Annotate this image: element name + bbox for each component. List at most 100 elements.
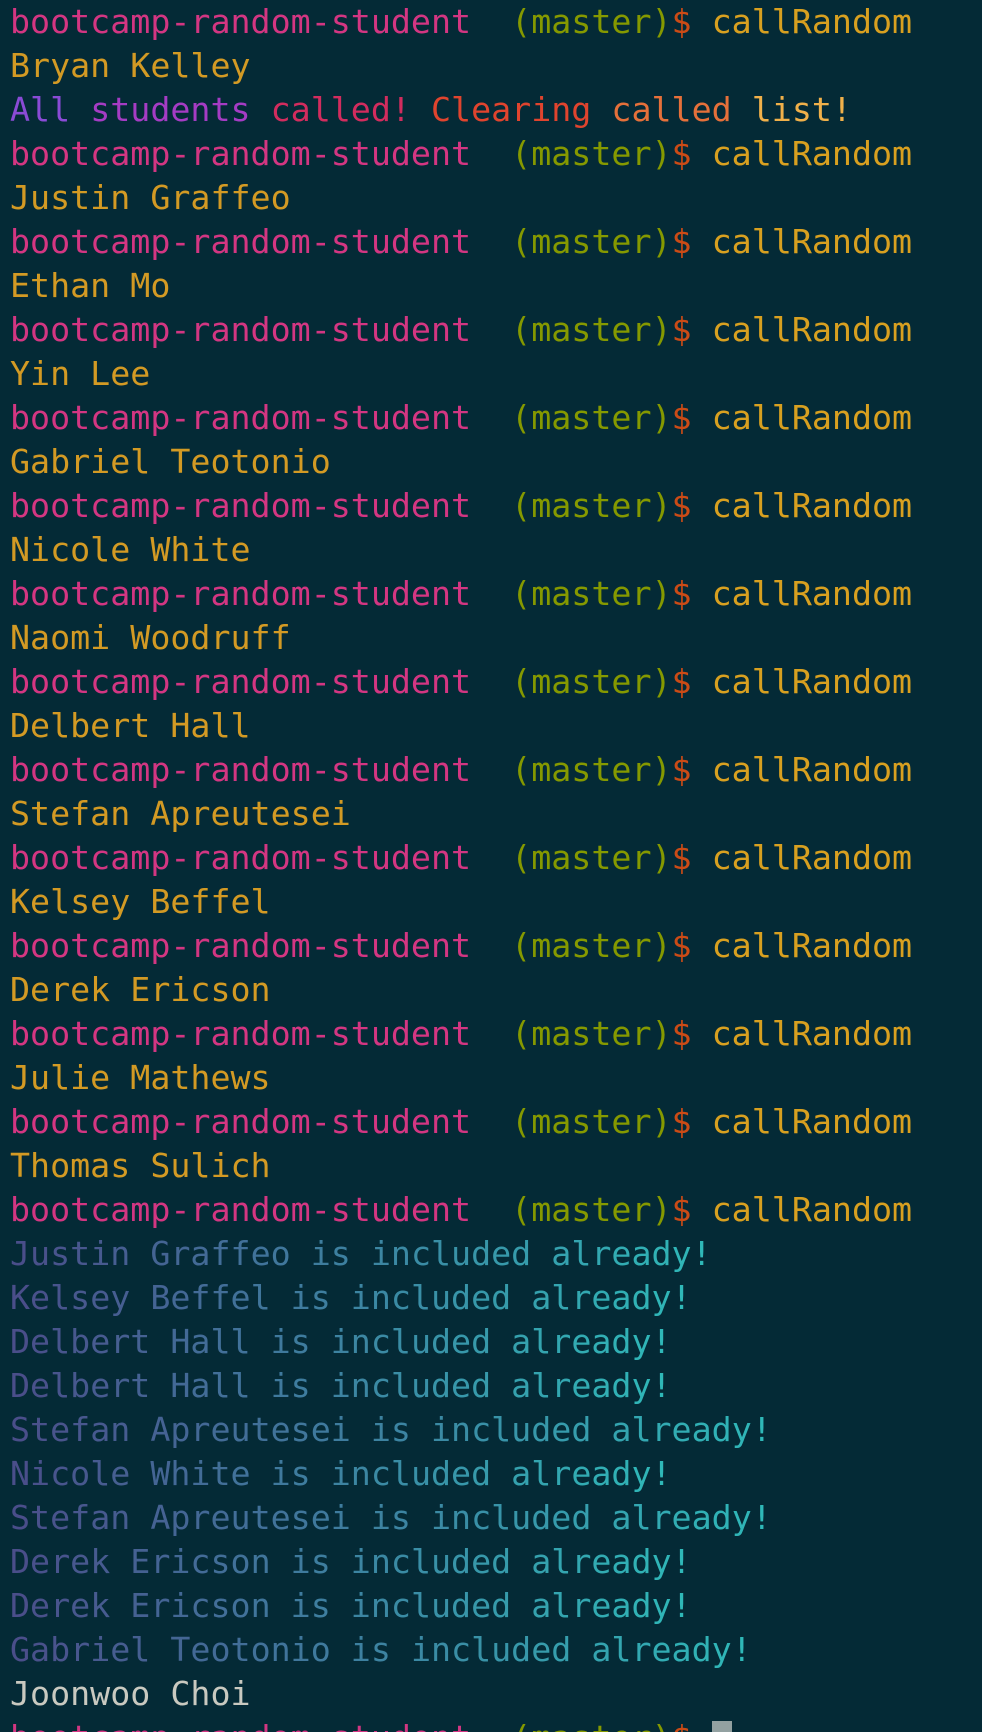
duplicate-notice-char: a	[531, 1542, 552, 1581]
prompt-gap	[471, 1014, 511, 1053]
prompt-branch: (master)	[511, 838, 672, 877]
duplicate-notice-char: e	[591, 1586, 612, 1625]
duplicate-notice-char: i	[190, 1454, 211, 1493]
duplicate-notice-char: n	[250, 1586, 271, 1625]
prompt-line: bootcamp-random-student (master)$ callRa…	[10, 748, 912, 792]
command-text: callRandom	[711, 838, 913, 877]
duplicate-notice-char: c	[190, 1586, 211, 1625]
student-name: Joonwoo Choi	[10, 1674, 251, 1713]
duplicate-notice-char: e	[170, 1278, 191, 1317]
duplicate-notice-char	[331, 1586, 351, 1625]
student-name: Kelsey Beffel	[10, 882, 271, 921]
duplicate-notice-char: l	[390, 1366, 411, 1405]
duplicate-notice-char: t	[250, 1410, 271, 1449]
duplicate-notice-char: e	[30, 1322, 51, 1361]
duplicate-notice-char: s	[290, 1366, 311, 1405]
duplicate-notice-char: e	[90, 1322, 111, 1361]
prompt-branch: (master)	[511, 1190, 672, 1229]
duplicate-notice-char: s	[290, 1410, 311, 1449]
student-name-line: Ethan Mo	[10, 264, 912, 308]
duplicate-notice-char: r	[110, 1366, 131, 1405]
duplicate-notice-char: o	[250, 1630, 271, 1669]
duplicate-notice-char: d	[631, 1542, 652, 1581]
duplicate-notice-char: s	[290, 1322, 311, 1361]
duplicate-notice-char: l	[250, 1278, 271, 1317]
duplicate-notice-char: l	[230, 1366, 251, 1405]
duplicate-notice-char: t	[210, 1454, 231, 1493]
duplicate-notice-char: c	[410, 1234, 431, 1273]
duplicate-notice-char: a	[671, 1630, 692, 1669]
duplicate-notice-char: f	[210, 1234, 231, 1273]
terminal-window[interactable]: bootcamp-random-student (master)$ callRa…	[0, 0, 982, 1732]
duplicate-notice-char: i	[290, 1630, 311, 1669]
duplicate-notice-char	[351, 1498, 371, 1537]
duplicate-notice-char: e	[270, 1498, 291, 1537]
duplicate-notice-char: e	[491, 1234, 512, 1273]
duplicate-notice-char: l	[551, 1278, 572, 1317]
duplicate-notice-char	[251, 1366, 271, 1405]
duplicate-notice-char: A	[150, 1498, 171, 1537]
duplicate-notice-char: e	[571, 1454, 592, 1493]
duplicate-notice-char: a	[611, 1542, 632, 1581]
duplicate-notice-char	[331, 1630, 351, 1669]
duplicate-notice-char: a	[190, 1322, 211, 1361]
duplicate-notice-char: n	[110, 1234, 131, 1273]
duplicate-notice-char: i	[90, 1234, 111, 1273]
prompt-line: bootcamp-random-student (master)$ callRa…	[10, 1012, 912, 1056]
duplicate-notice-char: u	[430, 1586, 452, 1625]
duplicate-notice-char: !	[751, 1410, 772, 1449]
duplicate-notice-char: c	[471, 1410, 492, 1449]
duplicate-notice-char: d	[451, 1542, 472, 1581]
duplicate-notice-char: e	[30, 1366, 51, 1405]
duplicate-notice-line: Nicole White is included already!	[10, 1452, 912, 1496]
duplicate-notice-char: d	[471, 1234, 492, 1273]
duplicate-notice-char: u	[511, 1498, 532, 1537]
duplicate-notice-char: n	[430, 1630, 452, 1669]
duplicate-notice-char: !	[751, 1498, 772, 1537]
duplicate-notice-char: e	[210, 1410, 231, 1449]
duplicate-notice-char: e	[671, 1410, 692, 1449]
prompt-symbol: $	[671, 1014, 712, 1053]
prompt-line: bootcamp-random-student (master)$ callRa…	[10, 1188, 912, 1232]
duplicate-notice-char	[130, 1234, 150, 1273]
duplicate-notice-char: u	[511, 1410, 532, 1449]
duplicate-notice-char	[271, 1278, 291, 1317]
text-cursor[interactable]	[711, 1721, 732, 1732]
student-name: Justin Graffeo	[10, 178, 291, 217]
duplicate-notice-line: Justin Graffeo is included already!	[10, 1232, 912, 1276]
duplicate-notice-char: u	[491, 1630, 512, 1669]
prompt-branch: (master)	[511, 486, 672, 525]
duplicate-notice-char: y	[651, 1586, 672, 1625]
duplicate-notice-char: r	[631, 1630, 652, 1669]
duplicate-notice-char: o	[70, 1454, 91, 1493]
duplicate-notice-char: S	[10, 1498, 31, 1537]
duplicate-notice-char	[351, 1234, 371, 1273]
duplicate-notice-char: c	[370, 1366, 391, 1405]
duplicate-notice-char: r	[551, 1366, 572, 1405]
duplicate-notice-char: t	[130, 1366, 151, 1405]
student-name: Derek Ericson	[10, 970, 271, 1009]
command-text: callRandom	[711, 662, 913, 701]
prompt-symbol: $	[671, 486, 712, 525]
duplicate-notice-char: l	[90, 1454, 111, 1493]
prompt-line: bootcamp-random-student (master)$ callRa…	[10, 0, 912, 44]
duplicate-notice-char: i	[410, 1630, 431, 1669]
duplicate-notice-char: e	[591, 1542, 612, 1581]
prompt-gap	[471, 2, 511, 41]
duplicate-notice-line: Stefan Apreutesei is included already!	[10, 1408, 912, 1452]
duplicate-notice-char: d	[471, 1454, 492, 1493]
duplicate-notice-char: a	[611, 1498, 632, 1537]
student-name: Delbert Hall	[10, 706, 251, 745]
student-name: Gabriel Teotonio	[10, 442, 331, 481]
student-name: Ethan Mo	[10, 266, 171, 305]
duplicate-notice-char: !	[671, 1586, 692, 1625]
duplicate-notice-char: u	[410, 1366, 431, 1405]
duplicate-notice-char: e	[471, 1278, 492, 1317]
duplicate-notice-char: s	[290, 1498, 311, 1537]
duplicate-notice-char: e	[50, 1498, 71, 1537]
duplicate-notice-char: s	[370, 1630, 391, 1669]
duplicate-notice-char: y	[631, 1322, 652, 1361]
command-text: callRandom	[711, 2, 913, 41]
duplicate-notice-char: s	[210, 1586, 231, 1625]
duplicate-notice-char: !	[691, 1234, 712, 1273]
